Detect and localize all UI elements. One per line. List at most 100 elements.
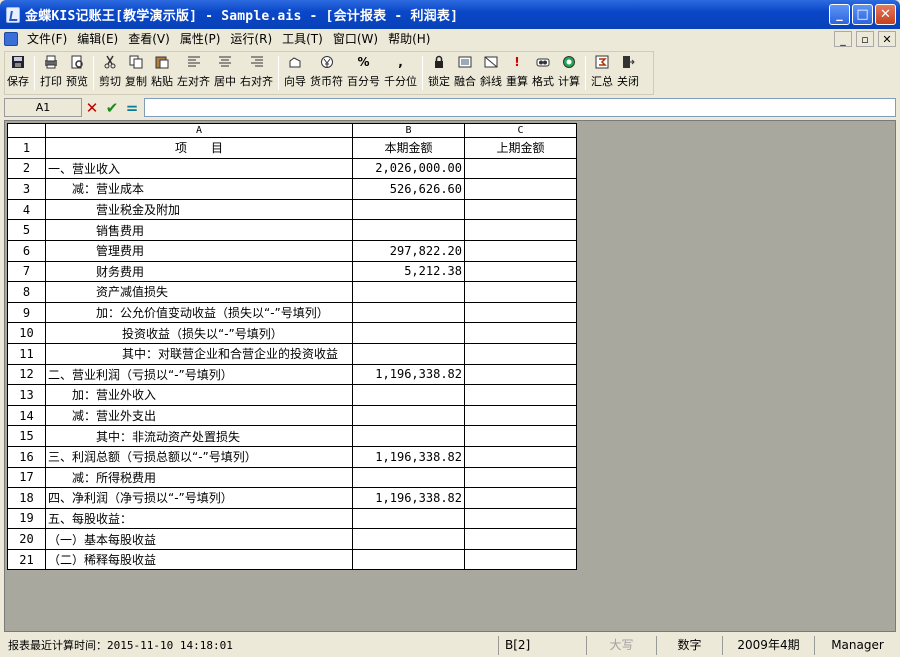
row-header[interactable]: 19	[7, 507, 46, 530]
row-header[interactable]: 9	[7, 301, 46, 324]
sheet-area[interactable]: A B C 1 项 目 本期金额 上期金额 2 一、营业收入 2,026,000.0…	[4, 120, 896, 632]
current-period-amount-cell[interactable]	[352, 322, 465, 344]
summary-button[interactable]: 汇总	[589, 52, 615, 94]
current-period-amount-cell[interactable]: 1,196,338.82	[352, 445, 465, 468]
diagonal-button[interactable]: 斜线	[478, 52, 504, 94]
current-period-amount-cell[interactable]: 5,212.38	[352, 260, 465, 283]
align-center-button[interactable]: 居中	[212, 52, 238, 94]
menu-edit[interactable]: 编辑(E)	[72, 30, 123, 48]
prior-period-amount-cell[interactable]	[464, 157, 577, 180]
current-period-amount-cell[interactable]	[352, 404, 465, 427]
current-period-amount-cell[interactable]	[352, 198, 465, 221]
row-header[interactable]: 1	[7, 137, 46, 159]
document-icon[interactable]	[4, 32, 18, 46]
item-cell[interactable]: 资产减值损失	[45, 281, 353, 303]
row-header[interactable]: 11	[7, 342, 46, 365]
row-header[interactable]: 8	[7, 281, 46, 303]
row-header[interactable]: 2	[7, 157, 46, 180]
prior-period-amount-cell[interactable]	[464, 528, 577, 550]
align-left-button[interactable]: 左对齐	[175, 52, 212, 94]
current-period-amount-cell[interactable]: 2,026,000.00	[352, 157, 465, 180]
item-cell[interactable]: 营业税金及附加	[45, 198, 353, 221]
currency-button[interactable]: 货币符	[308, 52, 345, 94]
recalc-button[interactable]: ! 重算	[504, 52, 530, 94]
row-header[interactable]: 14	[7, 404, 46, 427]
row-header[interactable]: 15	[7, 425, 46, 447]
prior-period-amount-cell[interactable]	[464, 239, 577, 262]
formula-equals-icon[interactable]: =	[122, 98, 142, 117]
row-header[interactable]: 13	[7, 384, 46, 406]
current-period-amount-cell[interactable]: 526,626.60	[352, 178, 465, 200]
current-period-amount-cell[interactable]: 1,196,338.82	[352, 363, 465, 386]
current-period-amount-cell[interactable]: 297,822.20	[352, 239, 465, 262]
row-header[interactable]: 10	[7, 322, 46, 344]
header-item-cell[interactable]: 项 目	[45, 137, 353, 159]
prior-period-amount-cell[interactable]	[464, 260, 577, 283]
prior-period-amount-cell[interactable]	[464, 301, 577, 324]
item-cell[interactable]: 管理费用	[45, 239, 353, 262]
app-icon[interactable]	[6, 6, 20, 23]
mdi-minimize-button[interactable]: _	[834, 31, 852, 47]
current-period-amount-cell[interactable]	[352, 528, 465, 550]
row-header[interactable]: 20	[7, 528, 46, 550]
merge-button[interactable]: 融合	[452, 52, 478, 94]
current-period-amount-cell[interactable]	[352, 219, 465, 241]
current-period-amount-cell[interactable]	[352, 342, 465, 365]
minimize-button[interactable]: _	[829, 4, 850, 25]
column-header-b[interactable]: B	[352, 123, 465, 138]
paste-button[interactable]: 粘贴	[149, 52, 175, 94]
item-cell[interactable]: 五、每股收益：	[45, 507, 353, 530]
maximize-button[interactable]: □	[852, 4, 873, 25]
item-cell[interactable]: 减：所得税费用	[45, 466, 353, 489]
prior-period-amount-cell[interactable]	[464, 445, 577, 468]
row-header[interactable]: 12	[7, 363, 46, 386]
calc-button[interactable]: 计算	[556, 52, 582, 94]
menu-help[interactable]: 帮助(H)	[383, 30, 435, 48]
mdi-restore-button[interactable]: ▫	[856, 31, 874, 47]
prior-period-amount-cell[interactable]	[464, 466, 577, 489]
print-button[interactable]: 打印	[38, 52, 64, 94]
row-header[interactable]: 21	[7, 548, 46, 571]
prior-period-amount-cell[interactable]	[464, 322, 577, 344]
prior-period-amount-cell[interactable]	[464, 548, 577, 571]
item-cell[interactable]: 减：营业外支出	[45, 404, 353, 427]
row-header[interactable]: 7	[7, 260, 46, 283]
current-period-amount-cell[interactable]	[352, 548, 465, 571]
menu-file[interactable]: 文件(F)	[22, 30, 72, 48]
column-header-c[interactable]: C	[464, 123, 577, 138]
menu-view[interactable]: 查看(V)	[123, 30, 175, 48]
prior-period-amount-cell[interactable]	[464, 178, 577, 200]
select-all-corner[interactable]	[7, 123, 46, 138]
row-header[interactable]: 18	[7, 487, 46, 509]
item-cell[interactable]: 投资收益（损失以“-”号填列）	[45, 322, 353, 344]
item-cell[interactable]: 三、利润总额（亏损总额以“-”号填列）	[45, 445, 353, 468]
item-cell[interactable]: 一、营业收入	[45, 157, 353, 180]
thousands-button[interactable]: , 千分位	[382, 52, 419, 94]
item-cell[interactable]: 四、净利润（净亏损以“-”号填列）	[45, 487, 353, 509]
preview-button[interactable]: 预览	[64, 52, 90, 94]
cancel-edit-icon[interactable]: ✕	[82, 98, 102, 117]
confirm-edit-icon[interactable]: ✔	[102, 98, 122, 117]
row-header[interactable]: 3	[7, 178, 46, 200]
prior-period-amount-cell[interactable]	[464, 342, 577, 365]
cell-reference-box[interactable]: A1	[4, 98, 82, 117]
current-period-amount-cell[interactable]	[352, 425, 465, 447]
percent-button[interactable]: % 百分号	[345, 52, 382, 94]
item-cell[interactable]: 二、营业利润（亏损以“-”号填列）	[45, 363, 353, 386]
item-cell[interactable]: 加：营业外收入	[45, 384, 353, 406]
column-header-a[interactable]: A	[45, 123, 353, 138]
current-period-amount-cell[interactable]	[352, 466, 465, 489]
formula-input[interactable]	[144, 98, 896, 117]
menu-run[interactable]: 运行(R)	[225, 30, 277, 48]
item-cell[interactable]: 其中：非流动资产处置损失	[45, 425, 353, 447]
align-right-button[interactable]: 右对齐	[238, 52, 275, 94]
item-cell[interactable]: 加：公允价值变动收益（损失以“-”号填列）	[45, 301, 353, 324]
item-cell[interactable]: 财务费用	[45, 260, 353, 283]
row-header[interactable]: 4	[7, 198, 46, 221]
item-cell[interactable]: 销售费用	[45, 219, 353, 241]
prior-period-amount-cell[interactable]	[464, 384, 577, 406]
menu-tools[interactable]: 工具(T)	[277, 30, 328, 48]
menu-window[interactable]: 窗口(W)	[328, 30, 383, 48]
format-button[interactable]: 格式	[530, 52, 556, 94]
current-period-amount-cell[interactable]	[352, 301, 465, 324]
